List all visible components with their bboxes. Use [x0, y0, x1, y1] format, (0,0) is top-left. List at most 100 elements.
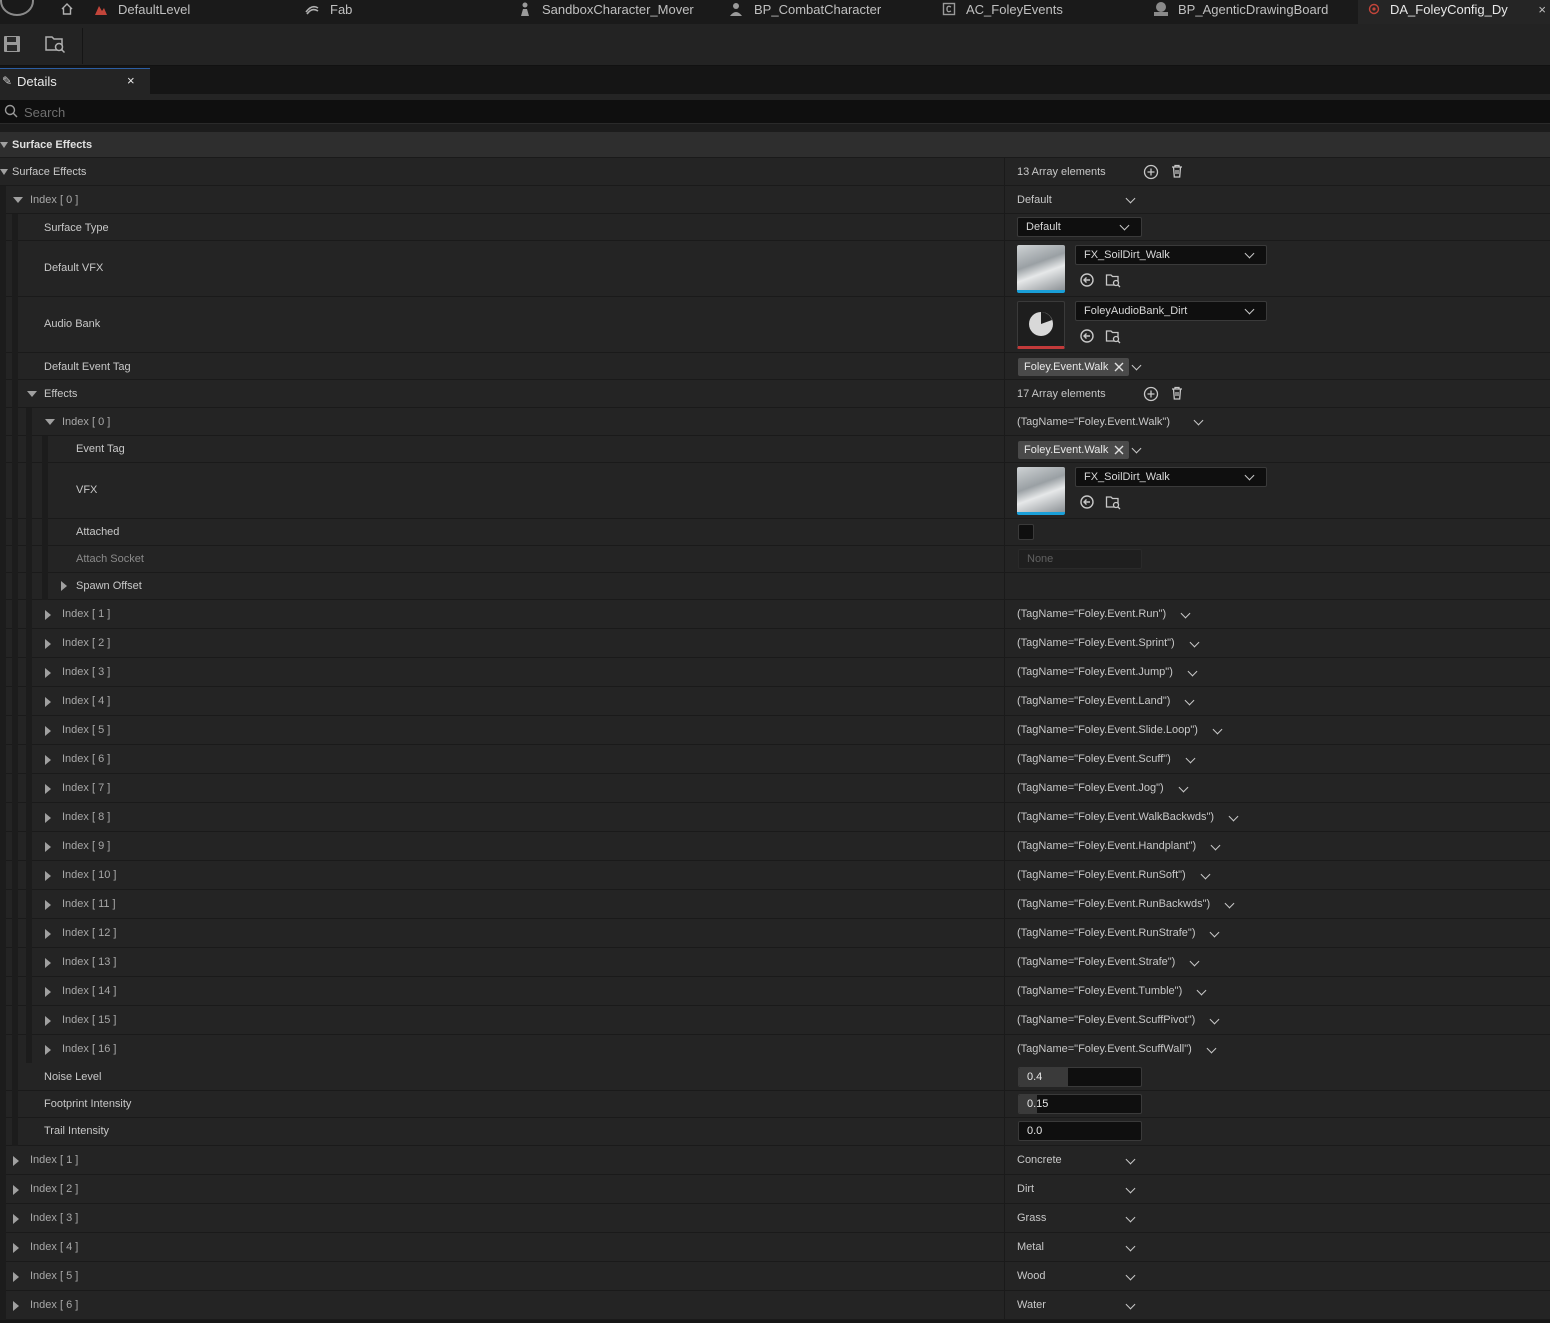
array-element-value[interactable]: (TagName="Foley.Event.Jump"): [1004, 658, 1550, 686]
array-element-value[interactable]: (TagName="Foley.Event.Tumble"): [1004, 977, 1550, 1005]
gameplay-tag-chip[interactable]: Foley.Event.Walk: [1018, 358, 1129, 376]
vfx-thumbnail[interactable]: [1017, 245, 1065, 293]
array-index-label: Index [ 3 ]: [62, 666, 111, 678]
expand-arrow-icon[interactable]: [13, 1272, 19, 1282]
noise-level-slider[interactable]: 0.4: [1018, 1067, 1142, 1087]
array-element-value[interactable]: (TagName="Foley.Event.Jog"): [1004, 774, 1550, 802]
tab-default-level[interactable]: DefaultLevel: [92, 0, 282, 24]
default-vfx-asset-picker[interactable]: FX_SoilDirt_Walk: [1075, 245, 1267, 265]
expand-arrow-icon[interactable]: [45, 668, 51, 678]
tab-close-icon[interactable]: ×: [1538, 0, 1546, 19]
gameplay-tag-chip[interactable]: Foley.Event.Walk: [1018, 441, 1129, 459]
surface-index-0-value[interactable]: Default: [1004, 186, 1550, 213]
array-element-value[interactable]: (TagName="Foley.Event.Run"): [1004, 600, 1550, 628]
save-button[interactable]: [0, 32, 28, 58]
category-surface-effects[interactable]: Surface Effects: [0, 132, 1550, 158]
effect-index-row: Index [ 10 ] (TagName="Foley.Event.RunSof…: [0, 861, 1550, 890]
search-input[interactable]: [24, 102, 1524, 122]
trash-icon[interactable]: [1169, 163, 1185, 179]
array-element-value[interactable]: Grass: [1004, 1204, 1550, 1232]
collapse-arrow-icon[interactable]: [45, 419, 55, 425]
vfx-asset-picker[interactable]: FX_SoilDirt_Walk: [1075, 467, 1267, 487]
expand-arrow-icon[interactable]: [13, 1301, 19, 1311]
trash-icon[interactable]: [1169, 385, 1185, 401]
trail-intensity-slider[interactable]: 0.0: [1018, 1121, 1142, 1141]
browse-to-asset-button[interactable]: [42, 32, 70, 58]
expand-arrow-icon[interactable]: [13, 1214, 19, 1224]
expand-arrow-icon[interactable]: [13, 1185, 19, 1195]
collapse-arrow-icon[interactable]: [0, 142, 8, 148]
collapse-arrow-icon[interactable]: [0, 169, 8, 175]
array-element-value[interactable]: (TagName="Foley.Event.Strafe"): [1004, 948, 1550, 976]
collapse-arrow-icon[interactable]: [27, 391, 37, 397]
expand-arrow-icon[interactable]: [45, 755, 51, 765]
array-element-value[interactable]: (TagName="Foley.Event.RunStrafe"): [1004, 919, 1550, 947]
tab-sandbox-character-mover[interactable]: SandboxCharacter_Mover: [516, 0, 706, 24]
expand-arrow-icon[interactable]: [45, 784, 51, 794]
expand-arrow-icon[interactable]: [45, 726, 51, 736]
surface-index-row: Index [ 5 ] Wood: [0, 1262, 1550, 1291]
expand-arrow-icon[interactable]: [45, 813, 51, 823]
home-tab[interactable]: [58, 0, 76, 24]
expand-arrow-icon[interactable]: [13, 1243, 19, 1253]
array-element-value[interactable]: Wood: [1004, 1262, 1550, 1290]
use-selected-asset-icon[interactable]: [1079, 272, 1095, 288]
expand-arrow-icon[interactable]: [45, 610, 51, 620]
tab-da-foley-config[interactable]: DA_FoleyConfig_Dy ×: [1358, 0, 1550, 24]
effect-index-0-value[interactable]: (TagName="Foley.Event.Walk"): [1004, 408, 1550, 435]
add-element-icon[interactable]: [1143, 386, 1159, 402]
tag-dropdown-chevron-icon[interactable]: [1131, 360, 1142, 371]
array-element-value[interactable]: (TagName="Foley.Event.Land"): [1004, 687, 1550, 715]
array-element-value[interactable]: (TagName="Foley.Event.Slide.Loop"): [1004, 716, 1550, 744]
array-element-value[interactable]: (TagName="Foley.Event.WalkBackwds"): [1004, 803, 1550, 831]
array-element-value[interactable]: (TagName="Foley.Event.ScuffWall"): [1004, 1035, 1550, 1063]
array-element-value[interactable]: (TagName="Foley.Event.ScuffPivot"): [1004, 1006, 1550, 1034]
browse-asset-icon[interactable]: [1105, 328, 1121, 344]
array-element-value[interactable]: Concrete: [1004, 1146, 1550, 1174]
array-element-value[interactable]: (TagName="Foley.Event.Scuff"): [1004, 745, 1550, 773]
footprint-intensity-slider[interactable]: 0.15: [1018, 1094, 1142, 1114]
expand-arrow-icon[interactable]: [45, 900, 51, 910]
array-element-value[interactable]: (TagName="Foley.Event.RunSoft"): [1004, 861, 1550, 889]
expand-arrow-icon[interactable]: [45, 958, 51, 968]
tab-bp-combat-character[interactable]: BP_CombatCharacter: [728, 0, 918, 24]
vfx-thumbnail[interactable]: [1017, 467, 1065, 515]
expand-arrow-icon[interactable]: [45, 639, 51, 649]
audio-bank-asset-picker[interactable]: FoleyAudioBank_Dirt: [1075, 301, 1267, 321]
tab-ac-foley-events[interactable]: AC_FoleyEvents: [940, 0, 1130, 24]
attached-checkbox[interactable]: [1018, 524, 1034, 540]
collapse-arrow-icon[interactable]: [13, 197, 23, 203]
array-element-value[interactable]: (TagName="Foley.Event.RunBackwds"): [1004, 890, 1550, 918]
audio-bank-thumbnail[interactable]: [1017, 301, 1065, 349]
tag-dropdown-chevron-icon[interactable]: [1131, 443, 1142, 454]
array-element-value[interactable]: (TagName="Foley.Event.Handplant"): [1004, 832, 1550, 860]
expand-arrow-icon[interactable]: [45, 1045, 51, 1055]
browse-asset-icon[interactable]: [1105, 494, 1121, 510]
browse-asset-icon[interactable]: [1105, 272, 1121, 288]
surface-type-dropdown[interactable]: Default: [1017, 217, 1142, 237]
effect-index-row: Index [ 7 ] (TagName="Foley.Event.Jog"): [0, 774, 1550, 803]
array-element-value[interactable]: (TagName="Foley.Event.Sprint"): [1004, 629, 1550, 657]
expand-arrow-icon[interactable]: [45, 929, 51, 939]
unreal-logo-icon[interactable]: [0, 0, 34, 16]
array-element-value[interactable]: Water: [1004, 1291, 1550, 1319]
details-panel-tab[interactable]: ✎ Details ×: [0, 68, 150, 94]
expand-arrow-icon[interactable]: [61, 581, 67, 591]
tab-fab[interactable]: Fab: [304, 0, 494, 24]
remove-tag-icon[interactable]: [1114, 445, 1124, 455]
expand-arrow-icon[interactable]: [45, 871, 51, 881]
expand-arrow-icon[interactable]: [45, 987, 51, 997]
details-close-icon[interactable]: ×: [127, 73, 135, 88]
expand-arrow-icon[interactable]: [45, 697, 51, 707]
indent-guide: [0, 241, 6, 297]
tab-bp-agentic-drawing-board[interactable]: BP_AgenticDrawingBoard: [1152, 0, 1352, 24]
expand-arrow-icon[interactable]: [45, 1016, 51, 1026]
add-element-icon[interactable]: [1143, 164, 1159, 180]
expand-arrow-icon[interactable]: [45, 842, 51, 852]
remove-tag-icon[interactable]: [1114, 362, 1124, 372]
use-selected-asset-icon[interactable]: [1079, 328, 1095, 344]
expand-arrow-icon[interactable]: [13, 1156, 19, 1166]
array-element-value[interactable]: Dirt: [1004, 1175, 1550, 1203]
use-selected-asset-icon[interactable]: [1079, 494, 1095, 510]
array-element-value[interactable]: Metal: [1004, 1233, 1550, 1261]
